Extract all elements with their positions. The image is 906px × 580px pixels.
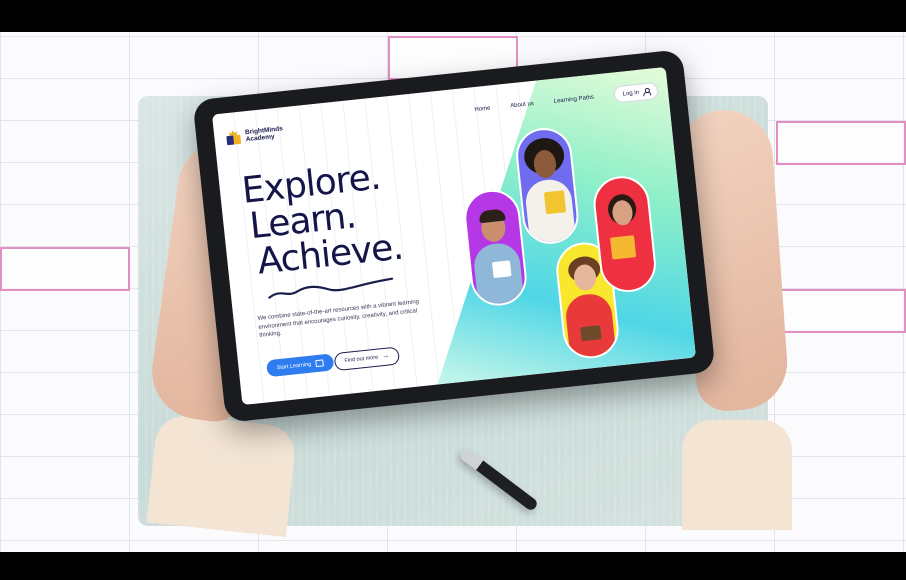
graduation-cap-icon [314, 359, 324, 368]
start-learning-label: Start Learning [276, 361, 312, 371]
login-label: Log in [622, 89, 640, 98]
nav-learning-paths[interactable]: Learning Paths [553, 94, 594, 104]
highlight-cell [776, 289, 906, 333]
highlight-cell [0, 247, 130, 291]
student-books [492, 260, 512, 279]
tablet-device: BrightMinds Academy Home About us Learni… [192, 49, 716, 423]
find-out-more-label: Find out more [344, 354, 379, 365]
student-books [609, 235, 637, 260]
nav-about-us[interactable]: About us [510, 100, 534, 108]
user-icon [643, 88, 650, 96]
student-books [544, 190, 567, 215]
student-books [580, 325, 602, 342]
book-crown-icon [226, 130, 242, 146]
arrow-right-icon: → [381, 352, 390, 361]
right-sleeve [682, 420, 792, 530]
nav-home[interactable]: Home [474, 105, 491, 113]
left-sleeve [146, 412, 298, 538]
tablet-screen: BrightMinds Academy Home About us Learni… [211, 66, 697, 406]
hero-headline: Explore. Learn. Achieve. [240, 157, 405, 283]
highlight-cell [776, 121, 906, 165]
